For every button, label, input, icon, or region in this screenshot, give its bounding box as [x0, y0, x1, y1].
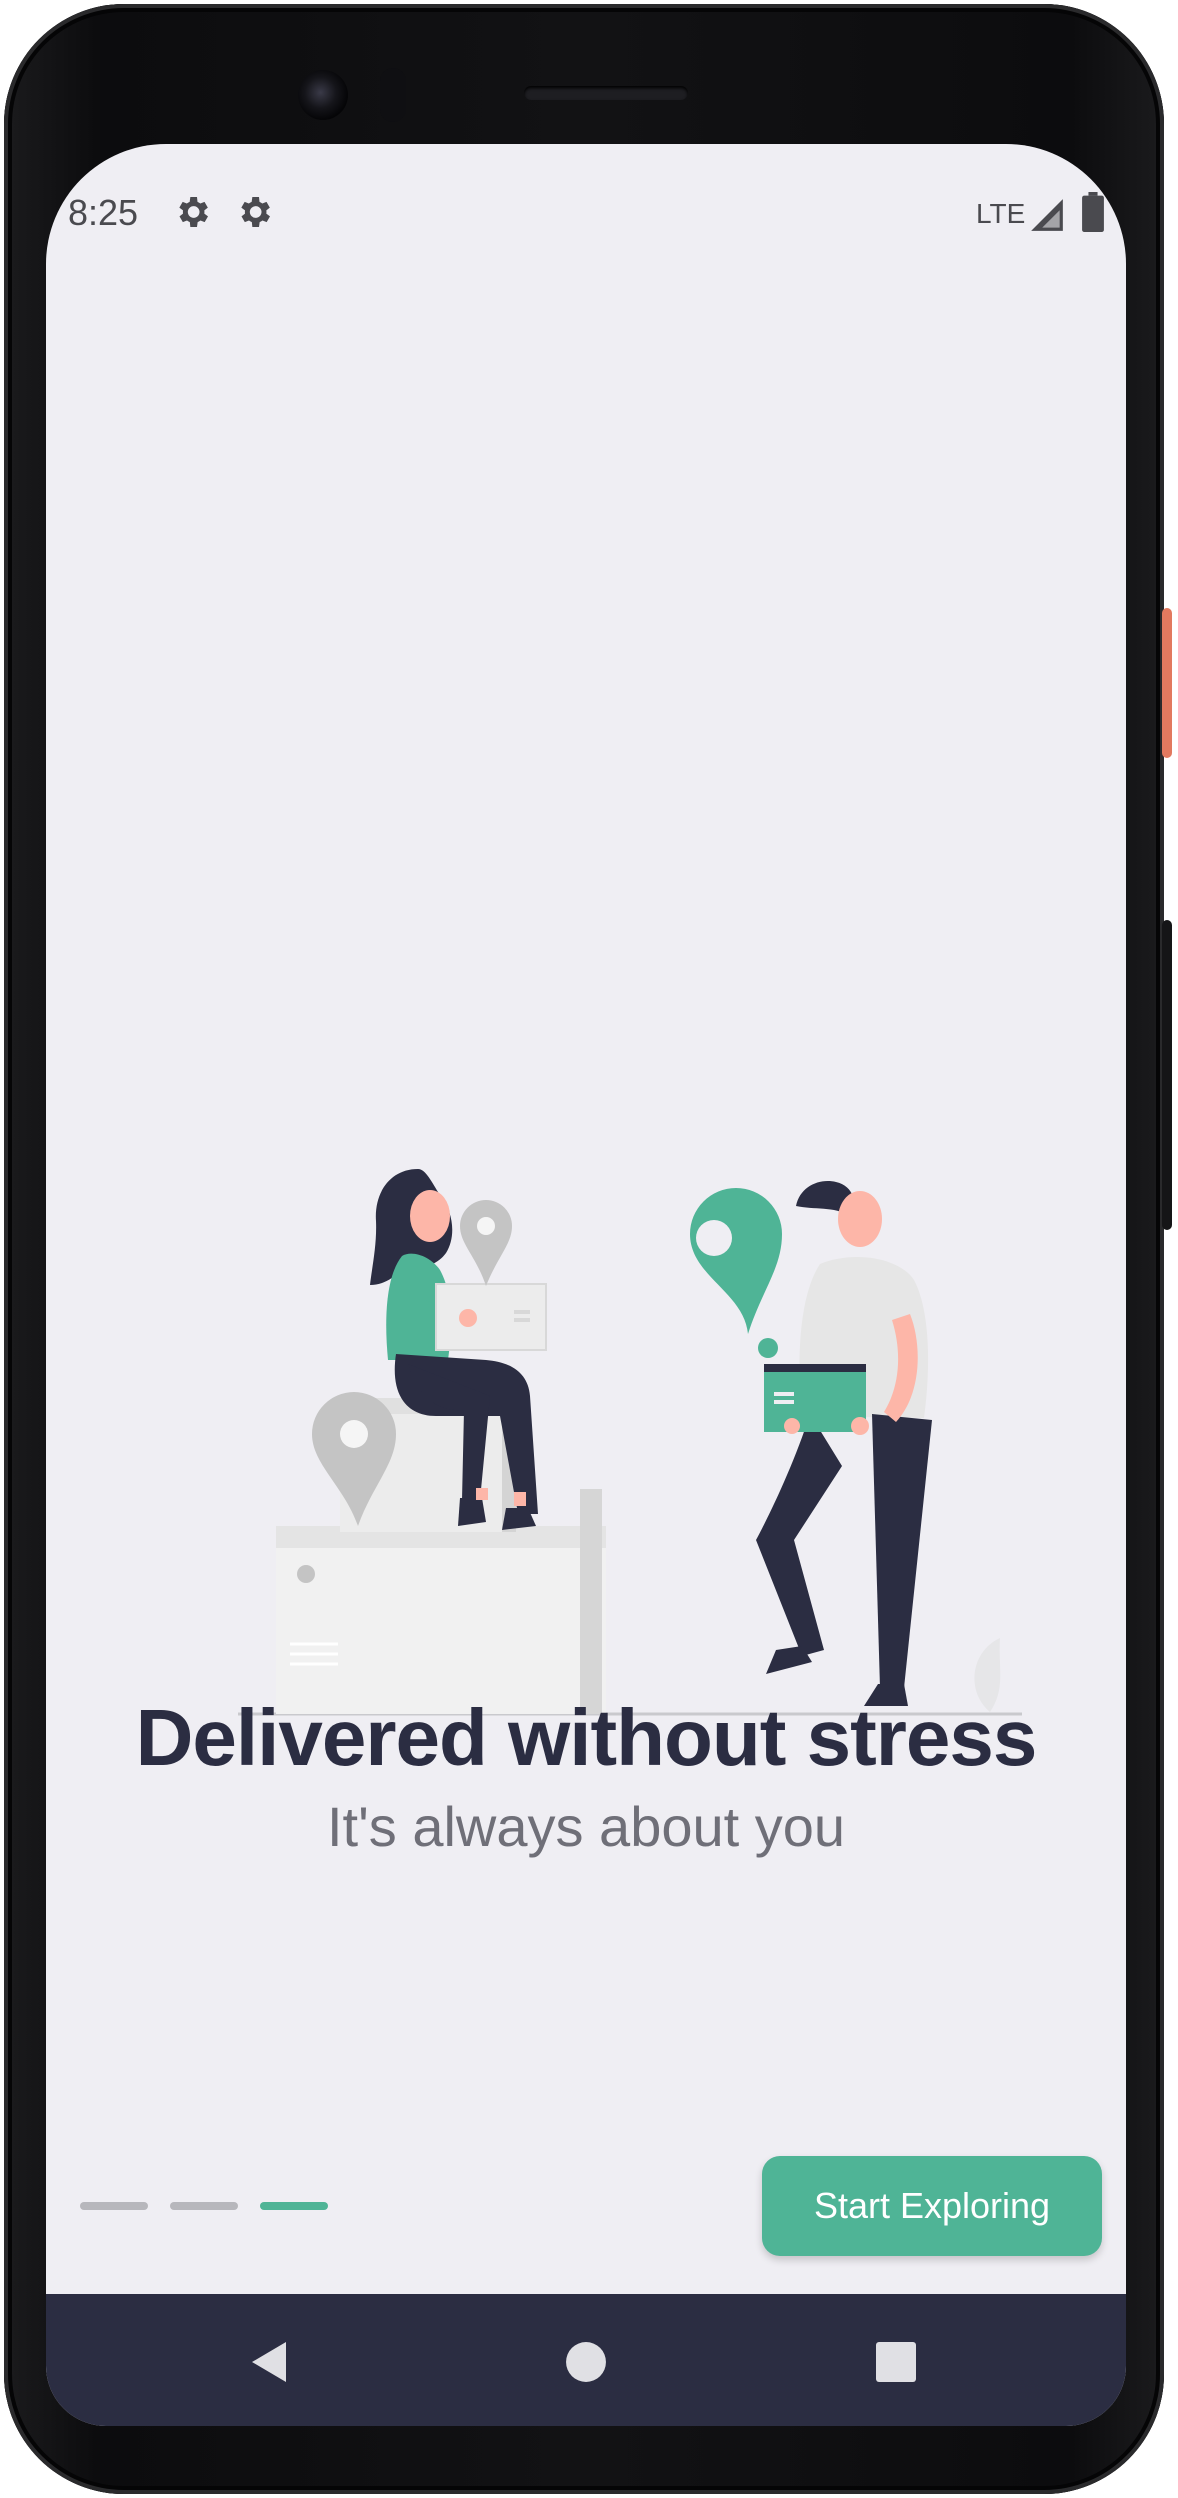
onboarding-subtitle: It's always about you [326, 1795, 846, 1858]
back-button[interactable] [240, 2332, 300, 2392]
page-indicator-dot[interactable] [80, 2202, 148, 2210]
battery-icon [1082, 192, 1104, 232]
system-nav-bar [46, 2294, 1126, 2426]
onboarding-title: Delivered without stress [135, 1693, 1038, 1782]
start-exploring-button[interactable]: Start Exploring [762, 2156, 1102, 2256]
gear-icon [241, 197, 270, 227]
page-indicator-dot-active[interactable] [260, 2202, 328, 2210]
signal-icon [1031, 199, 1063, 231]
gear-icon [179, 197, 208, 227]
green-location-pin [690, 1188, 782, 1358]
back-icon [252, 2342, 286, 2382]
home-icon [566, 2342, 606, 2382]
proximity-sensor [380, 68, 406, 122]
front-camera [298, 70, 348, 120]
earpiece-speaker [524, 86, 688, 100]
network-type: LTE [976, 198, 1026, 229]
status-time: 8:25 [68, 192, 139, 233]
screen: 8:25 LTE Delivered without stress It's a… [46, 144, 1126, 2426]
page-indicator-dot[interactable] [170, 2202, 238, 2210]
home-button[interactable] [556, 2332, 616, 2392]
man-figure [756, 1181, 932, 1706]
power-button [1162, 608, 1172, 758]
recents-icon [876, 2342, 916, 2382]
delivery-illustration [238, 1169, 1022, 1716]
status-bar: 8:25 LTE [46, 144, 1126, 284]
recents-button[interactable] [866, 2332, 926, 2392]
volume-button [1162, 920, 1172, 1230]
